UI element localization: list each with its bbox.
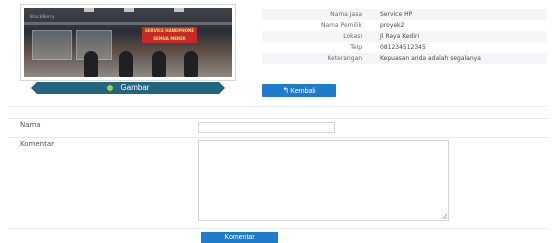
details-value: 081234512345: [380, 44, 426, 51]
name-label: Nama: [20, 121, 41, 129]
photo-caption: Gambar: [120, 83, 150, 92]
divider: [8, 118, 548, 119]
divider: [8, 137, 548, 138]
details-label: Nama Jasa: [262, 9, 362, 20]
reply-arrow-icon: ↰: [282, 86, 290, 95]
name-input[interactable]: [198, 122, 335, 133]
service-photo-frame: BlackBerry SERVICE HANDPHONE SEMUA MEREK: [20, 4, 236, 81]
details-value: Service HP: [362, 9, 547, 20]
details-row: Lokasi Jl Raya Kediri: [262, 31, 547, 42]
bullet-icon: [106, 84, 113, 91]
details-value: Jl Raya Kediri: [362, 31, 547, 42]
resize-handle-icon[interactable]: [442, 214, 447, 219]
details-label: Telp: [350, 44, 362, 51]
comment-textarea[interactable]: [198, 140, 449, 221]
service-details-table: Nama Jasa Service HP Nama Pemilik proyek…: [262, 9, 547, 64]
details-value: Kepuasan anda adalah segalanya: [362, 53, 547, 64]
service-photo: BlackBerry SERVICE HANDPHONE SEMUA MEREK: [24, 8, 232, 77]
details-value: proyek2: [380, 22, 405, 29]
details-row: Nama Jasa Service HP: [262, 9, 547, 20]
details-label: Lokasi: [262, 31, 362, 42]
divider: [8, 106, 548, 107]
details-row: Telp 081234512345: [262, 42, 547, 53]
details-label: Nama Pemilik: [320, 22, 362, 29]
back-button[interactable]: ↰Kembali: [262, 84, 336, 97]
comment-label: Komentar: [20, 140, 54, 148]
photo-caption-ribbon: Gambar: [31, 82, 225, 94]
details-label: Keterangan: [262, 53, 362, 64]
photo-brand-text: BlackBerry: [30, 14, 55, 19]
back-button-label: Kembali: [290, 88, 316, 95]
submit-comment-button[interactable]: Komentar: [201, 232, 278, 243]
details-row: Keterangan Kepuasan anda adalah segalany…: [262, 53, 547, 64]
divider: [8, 228, 548, 229]
photo-shop-sign: SERVICE HANDPHONE SEMUA MEREK: [142, 27, 197, 43]
details-row: Nama Pemilik proyek2: [262, 20, 547, 31]
